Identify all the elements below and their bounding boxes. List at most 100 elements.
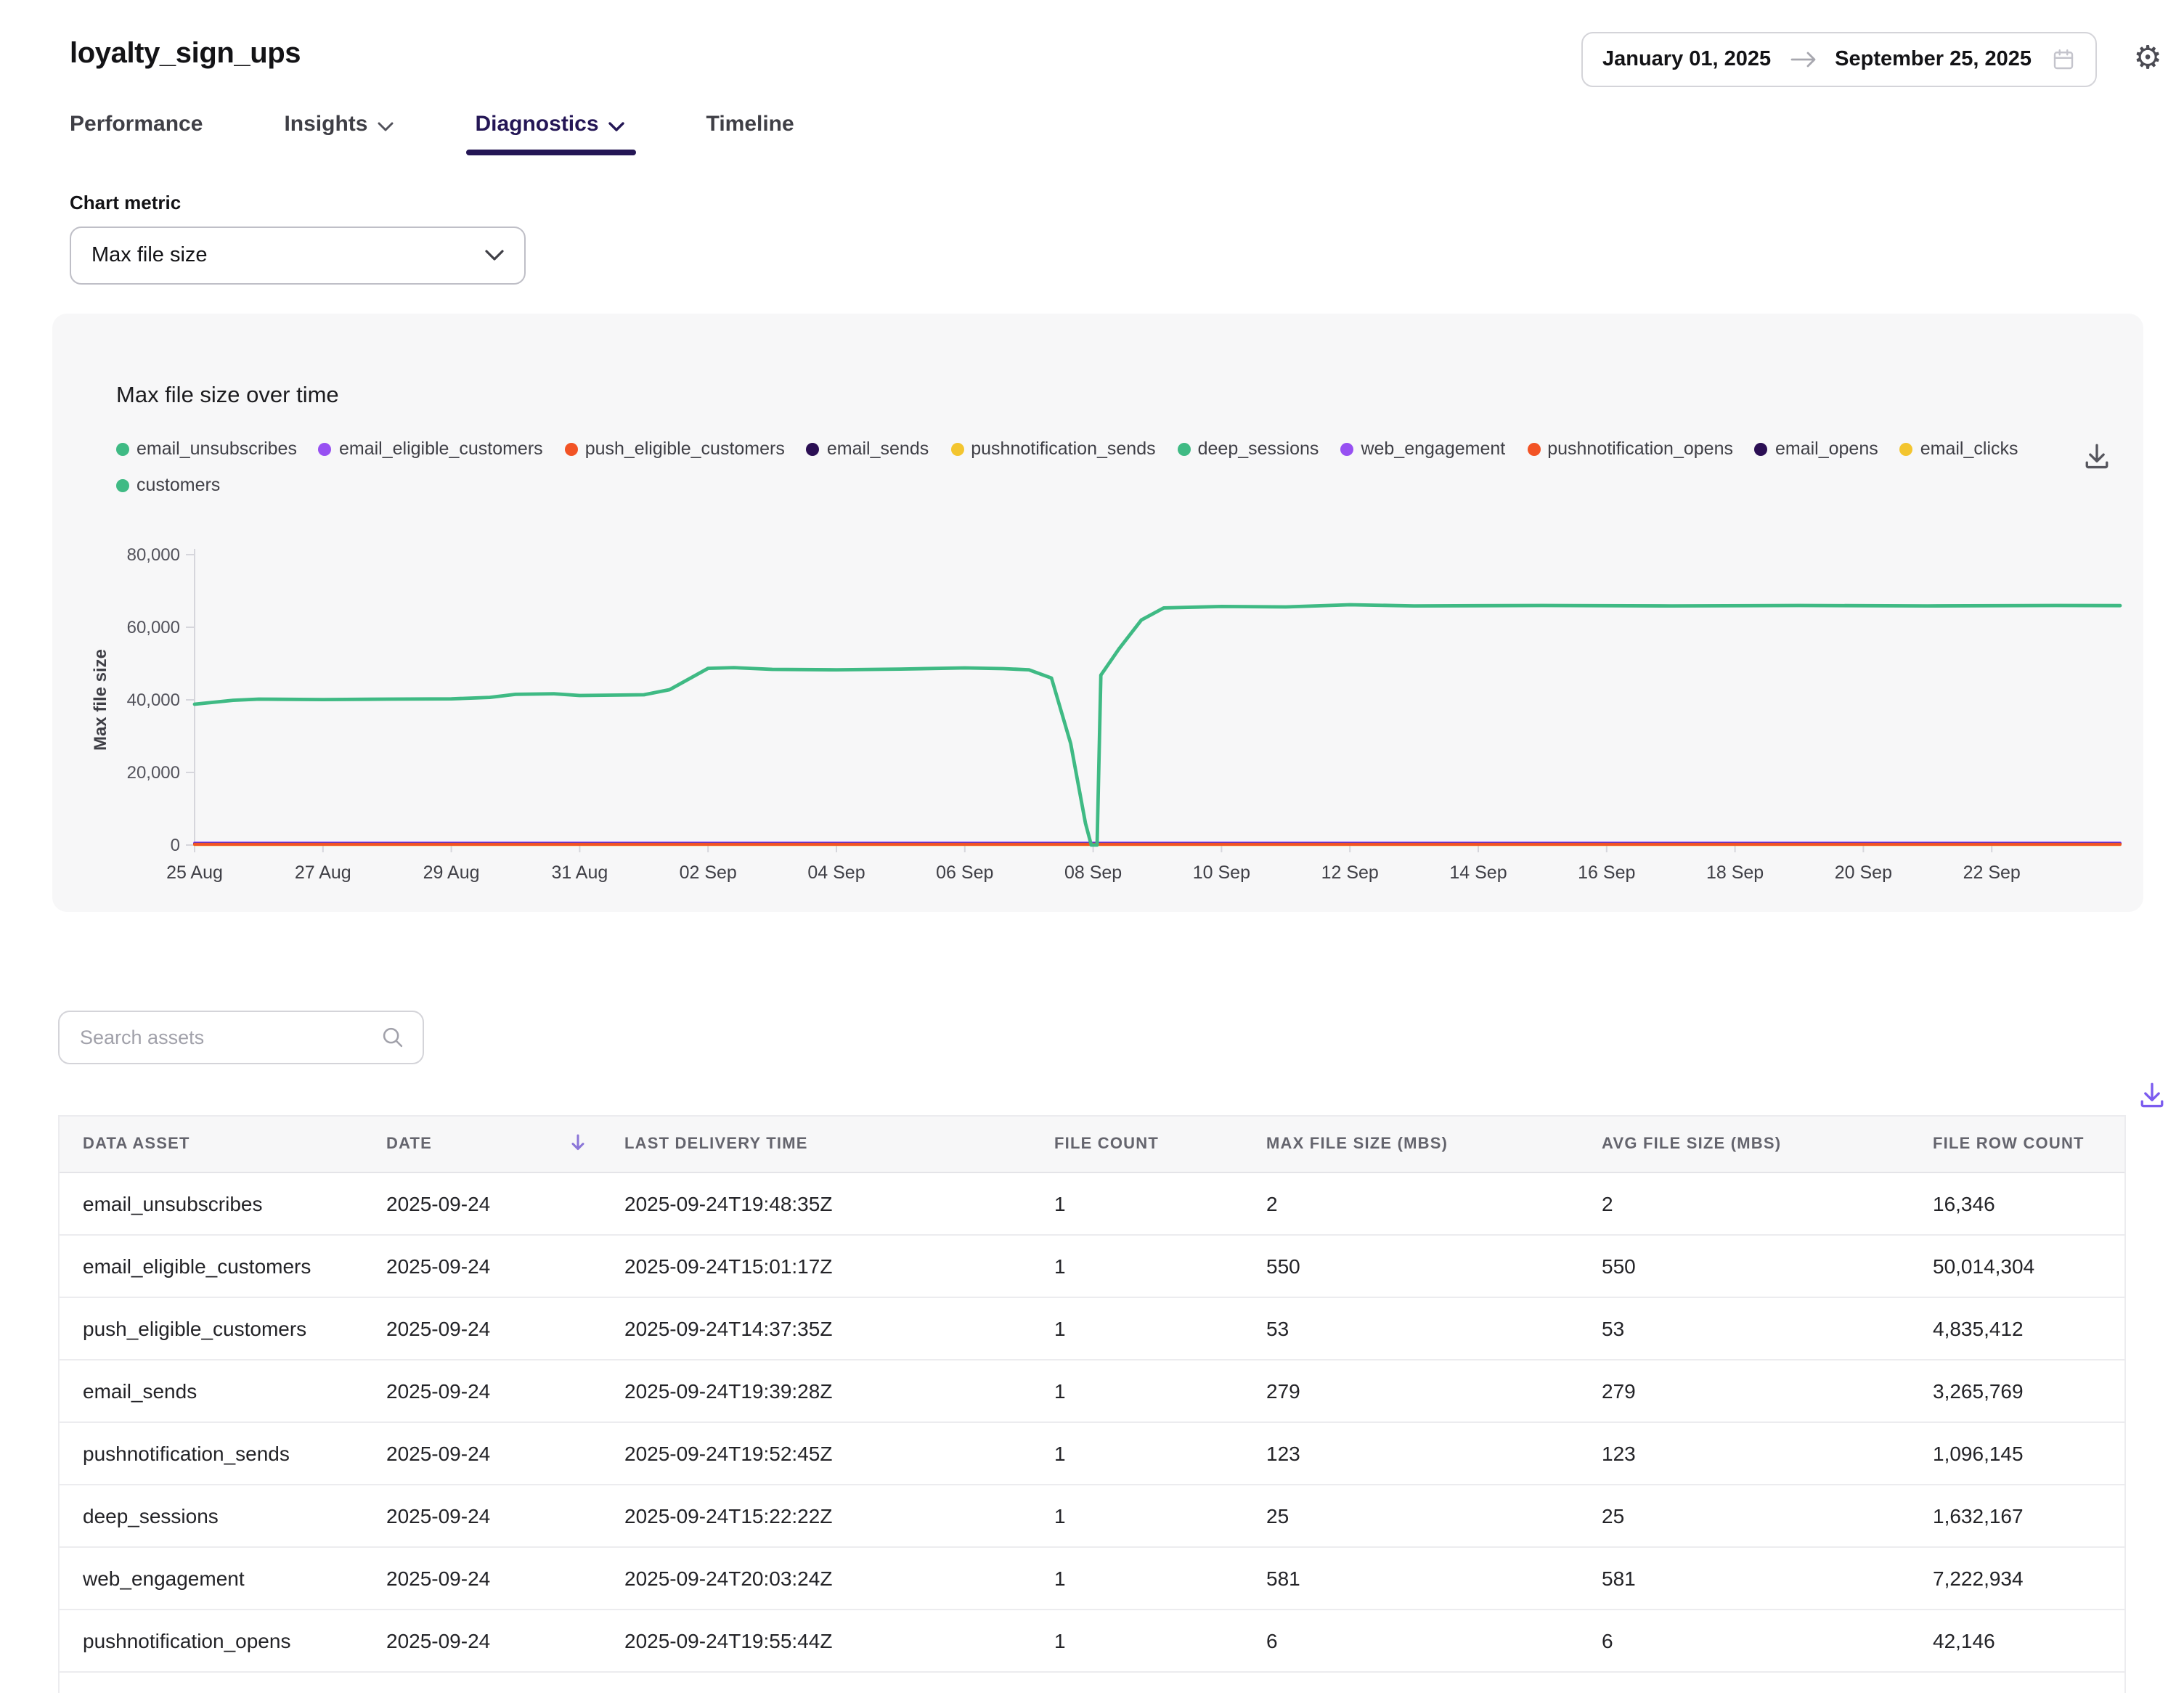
- legend-swatch: [565, 442, 578, 455]
- tab-diagnostics[interactable]: Diagnostics: [475, 110, 624, 155]
- legend-item-deep_sessions[interactable]: deep_sessions: [1178, 438, 1319, 459]
- arrow-right-icon: [1790, 51, 1816, 68]
- legend-swatch: [1900, 442, 1913, 455]
- legend-swatch: [116, 478, 129, 491]
- x-tick-label: 16 Sep: [1556, 862, 1658, 883]
- cell-data-asset: email_sends: [60, 1379, 363, 1403]
- cell-data-asset: deep_sessions: [60, 1504, 363, 1527]
- download-icon: [2081, 440, 2113, 472]
- y-tick-label: 20,000: [78, 761, 180, 784]
- date-range-end[interactable]: September 25, 2025: [1835, 48, 2032, 71]
- tab-performance[interactable]: Performance: [70, 110, 203, 155]
- y-tick-label: 80,000: [78, 543, 180, 566]
- cell-data-asset: web_engagement: [60, 1567, 363, 1590]
- table-cell: 7,222,934: [1910, 1567, 2124, 1590]
- y-tick-label: 60,000: [78, 616, 180, 639]
- chart-plot: [183, 546, 2132, 883]
- chart-metric-select[interactable]: Max file size: [70, 227, 526, 285]
- table-cell: 2025-09-24: [363, 1629, 601, 1652]
- cell-data-asset: email_unsubscribes: [60, 1192, 363, 1215]
- x-tick-label: 12 Sep: [1299, 862, 1401, 883]
- table-row: email_sends2025-09-242025-09-24T19:39:28…: [60, 1360, 2124, 1423]
- chart-download-button[interactable]: [2077, 436, 2117, 476]
- table-row: email_opens2025-09-242025-09-24T19:45:58…: [60, 1673, 2124, 1693]
- legend-item-pushnotification_sends[interactable]: pushnotification_sends: [950, 438, 1155, 459]
- chart-title: Max file size over time: [116, 383, 339, 409]
- x-tick-label: 27 Aug: [272, 862, 374, 883]
- assets-table: DATA ASSETDATELAST DELIVERY TIMEFILE COU…: [58, 1115, 2126, 1693]
- search-input[interactable]: [60, 1027, 380, 1048]
- table-body: email_unsubscribes2025-09-242025-09-24T1…: [60, 1173, 2124, 1693]
- chart-metric-value: Max file size: [91, 244, 208, 267]
- x-tick-label: 14 Sep: [1427, 862, 1529, 883]
- table-download-button[interactable]: [2132, 1074, 2172, 1115]
- column-header-file-row-count[interactable]: FILE ROW COUNT: [1910, 1117, 2124, 1172]
- date-range-picker[interactable]: January 01, 2025 September 25, 2025: [1582, 32, 2097, 87]
- table-cell: 2: [1243, 1192, 1578, 1215]
- y-tick-label: 40,000: [78, 688, 180, 711]
- legend-swatch: [1178, 442, 1191, 455]
- table-cell: 50,014,304: [1910, 1255, 2124, 1278]
- column-header-max-file-size-mbs-[interactable]: MAX FILE SIZE (MBS): [1243, 1117, 1578, 1172]
- legend-item-email_clicks[interactable]: email_clicks: [1900, 438, 2018, 459]
- cell-data-asset: pushnotification_opens: [60, 1629, 363, 1652]
- table-cell: 581: [1578, 1567, 1910, 1590]
- table-cell: 1: [1031, 1629, 1243, 1652]
- table-cell: 2025-09-24T20:03:24Z: [601, 1567, 1031, 1590]
- x-tick-label: 29 Aug: [401, 862, 502, 883]
- tab-insights[interactable]: Insights: [284, 110, 394, 155]
- x-tick-label: 22 Sep: [1941, 862, 2042, 883]
- table-cell: 123: [1578, 1442, 1910, 1465]
- legend-item-email_unsubscribes[interactable]: email_unsubscribes: [116, 438, 297, 459]
- x-tick-label: 02 Sep: [657, 862, 759, 883]
- table-cell: 2025-09-24T19:39:28Z: [601, 1379, 1031, 1403]
- series-customers: [195, 605, 2120, 845]
- column-header-date[interactable]: DATE: [363, 1117, 601, 1172]
- tab-bar: Performance Insights Diagnostics Timelin…: [70, 110, 794, 155]
- table-cell: 2025-09-24T15:01:17Z: [601, 1255, 1031, 1278]
- legend-swatch: [116, 442, 129, 455]
- table-header-row: DATA ASSETDATELAST DELIVERY TIMEFILE COU…: [60, 1117, 2124, 1173]
- chevron-down-icon: [378, 113, 394, 138]
- column-header-file-count[interactable]: FILE COUNT: [1031, 1117, 1243, 1172]
- table-cell: 2025-09-24T19:48:35Z: [601, 1192, 1031, 1215]
- table-cell: 1,096,145: [1910, 1442, 2124, 1465]
- legend-item-web_engagement[interactable]: web_engagement: [1340, 438, 1505, 459]
- table-cell: 279: [1243, 1379, 1578, 1403]
- table-row: email_unsubscribes2025-09-242025-09-24T1…: [60, 1173, 2124, 1236]
- legend-item-email_opens[interactable]: email_opens: [1755, 438, 1878, 459]
- table-cell: 550: [1578, 1255, 1910, 1278]
- x-tick-label: 04 Sep: [786, 862, 887, 883]
- legend-swatch: [1340, 442, 1353, 455]
- table-cell: 2025-09-24: [363, 1504, 601, 1527]
- chart-legend: email_unsubscribes email_eligible_custome…: [116, 438, 2106, 495]
- table-cell: 2025-09-24T19:52:45Z: [601, 1442, 1031, 1465]
- table-cell: 2025-09-24: [363, 1255, 601, 1278]
- table-cell: 550: [1243, 1255, 1578, 1278]
- legend-item-email_eligible_customers[interactable]: email_eligible_customers: [319, 438, 543, 459]
- chart-metric-label: Chart metric: [70, 192, 181, 213]
- table-cell: 2025-09-24T19:55:44Z: [601, 1629, 1031, 1652]
- table-cell: 25: [1243, 1504, 1578, 1527]
- table-cell: 2025-09-24: [363, 1442, 601, 1465]
- tab-timeline[interactable]: Timeline: [706, 110, 794, 155]
- column-header-data-asset[interactable]: DATA ASSET: [60, 1117, 363, 1172]
- column-header-last-delivery-time[interactable]: LAST DELIVERY TIME: [601, 1117, 1031, 1172]
- table-cell: 1: [1031, 1192, 1243, 1215]
- legend-item-email_sends[interactable]: email_sends: [807, 438, 929, 459]
- y-tick-label: 0: [78, 833, 180, 857]
- legend-item-customers[interactable]: customers: [116, 475, 220, 495]
- table-cell: 123: [1243, 1442, 1578, 1465]
- table-cell: 279: [1578, 1379, 1910, 1403]
- date-range-start[interactable]: January 01, 2025: [1602, 48, 1771, 71]
- settings-button[interactable]: ⚙: [2126, 38, 2169, 81]
- chevron-down-icon: [485, 250, 504, 261]
- table-cell: 1: [1031, 1567, 1243, 1590]
- x-tick-label: 31 Aug: [529, 862, 630, 883]
- legend-item-push_eligible_customers[interactable]: push_eligible_customers: [565, 438, 785, 459]
- legend-item-pushnotification_opens[interactable]: pushnotification_opens: [1527, 438, 1733, 459]
- table-cell: 2025-09-24T15:22:22Z: [601, 1504, 1031, 1527]
- column-header-avg-file-size-mbs-[interactable]: AVG FILE SIZE (MBS): [1578, 1117, 1910, 1172]
- search-icon: [380, 1025, 423, 1050]
- x-tick-label: 25 Aug: [144, 862, 245, 883]
